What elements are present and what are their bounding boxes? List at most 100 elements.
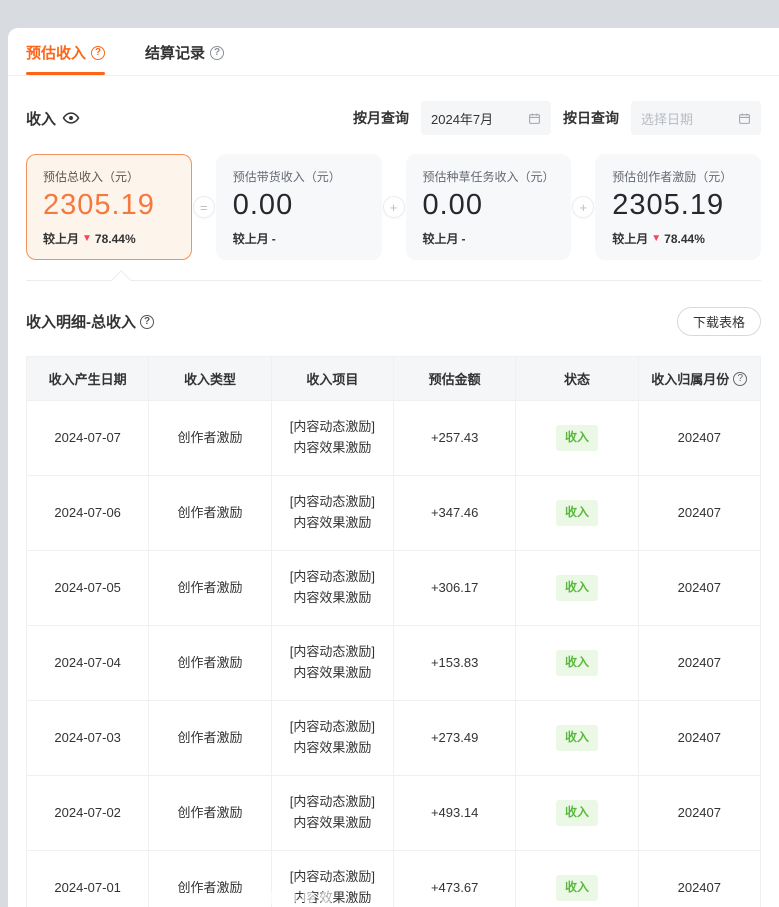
project-line1: [内容动态激励] [290, 642, 375, 663]
compare-label: 较上月 [233, 230, 269, 247]
month-picker-value: 2024年7月 [431, 109, 522, 128]
cell-status: 收入 [516, 701, 638, 776]
cell-income-date: 2024-07-07 [27, 401, 149, 476]
table-body: 2024-07-07 创作者激励 [内容动态激励] 内容效果激励 +257.43… [27, 401, 760, 907]
cell-income-type: 创作者激励 [149, 551, 271, 626]
table-header-cell: 状态 [516, 357, 638, 401]
summary-card-compare: 较上月 ▼ - [233, 230, 365, 247]
cell-estimated-amount: +347.46 [394, 476, 516, 551]
summary-card-label: 预估种草任务收入（元） [423, 168, 555, 185]
tab-estimated-income[interactable]: 预估收入 ? [26, 42, 105, 75]
summary-card-label: 预估创作者激励（元） [612, 168, 744, 185]
cell-income-project: [内容动态激励] 内容效果激励 [272, 776, 394, 851]
table-row: 2024-07-01 创作者激励 [内容动态激励] 内容效果激励 +473.67… [27, 851, 760, 907]
table-row: 2024-07-06 创作者激励 [内容动态激励] 内容效果激励 +347.46… [27, 476, 760, 551]
table-header-cell: 收入类型 [149, 357, 271, 401]
equals-connector-icon: = [192, 154, 216, 260]
table-row: 2024-07-07 创作者激励 [内容动态激励] 内容效果激励 +257.43… [27, 401, 760, 476]
income-title-label: 收入 [26, 108, 56, 129]
table-row: 2024-07-05 创作者激励 [内容动态激励] 内容效果激励 +306.17… [27, 551, 760, 626]
watermark-dots [248, 891, 333, 904]
divider-caret-icon [111, 270, 131, 290]
cell-income-month: 202407 [639, 626, 760, 701]
project-line1: [内容动态激励] [290, 417, 375, 438]
status-badge: 收入 [556, 725, 598, 750]
help-icon[interactable]: ? [91, 46, 105, 60]
compare-value: 78.44% [95, 232, 136, 246]
project-line2: 内容效果激励 [293, 438, 371, 459]
summary-card-label: 预估总收入（元） [43, 168, 175, 185]
eye-icon[interactable] [62, 109, 80, 127]
cell-income-month: 202407 [639, 851, 760, 907]
project-line1: [内容动态激励] [290, 492, 375, 513]
summary-card-value: 2305.19 [612, 189, 744, 222]
summary-card[interactable]: 预估总收入（元） 2305.19 较上月 ▼ 78.44% [26, 154, 192, 260]
tab-estimated-income-label: 预估收入 [26, 42, 86, 63]
project-line2: 内容效果激励 [293, 813, 371, 834]
cell-income-month: 202407 [639, 476, 760, 551]
summary-card-compare: 较上月 ▼ - [423, 230, 555, 247]
status-badge: 收入 [556, 875, 598, 900]
summary-card-label: 预估带货收入（元） [233, 168, 365, 185]
cell-income-project: [内容动态激励] 内容效果激励 [272, 476, 394, 551]
help-icon[interactable]: ? [733, 372, 747, 386]
summary-card-value: 0.00 [423, 189, 555, 222]
down-arrow-icon: ▼ [82, 233, 92, 244]
month-picker-input[interactable]: 2024年7月 [421, 101, 551, 135]
detail-section-title-label: 收入明细-总收入 [26, 311, 136, 332]
summary-card[interactable]: 预估种草任务收入（元） 0.00 较上月 ▼ - [406, 154, 572, 260]
download-table-button[interactable]: 下载表格 [677, 307, 761, 336]
cell-status: 收入 [516, 776, 638, 851]
table-header-cell: 预估金额 [394, 357, 516, 401]
help-icon[interactable]: ? [210, 46, 224, 60]
cell-estimated-amount: +493.14 [394, 776, 516, 851]
project-line2: 内容效果激励 [293, 588, 371, 609]
status-badge: 收入 [556, 800, 598, 825]
cell-status: 收入 [516, 476, 638, 551]
date-filters: 按月查询 2024年7月 按日查询 选择日期 [353, 101, 761, 135]
compare-value: 78.44% [664, 232, 705, 246]
income-header-row: 收入 按月查询 2024年7月 [26, 100, 761, 136]
cell-income-date: 2024-07-05 [27, 551, 149, 626]
day-query-label: 按日查询 [563, 108, 619, 128]
tab-bar: 预估收入 ? 结算记录 ? [8, 28, 779, 76]
status-badge: 收入 [556, 500, 598, 525]
cell-income-project: [内容动态激励] 内容效果激励 [272, 626, 394, 701]
cell-income-date: 2024-07-01 [27, 851, 149, 907]
detail-section-title: 收入明细-总收入 ? [26, 311, 154, 332]
summary-card-compare: 较上月 ▼ 78.44% [612, 230, 744, 247]
summary-card-value: 0.00 [233, 189, 365, 222]
cell-income-date: 2024-07-03 [27, 701, 149, 776]
cell-income-type: 创作者激励 [149, 476, 271, 551]
compare-value: - [272, 232, 276, 246]
help-icon[interactable]: ? [140, 315, 154, 329]
summary-card-value: 2305.19 [43, 189, 175, 222]
project-line2: 内容效果激励 [293, 738, 371, 759]
summary-card[interactable]: 预估带货收入（元） 0.00 较上月 ▼ - [216, 154, 382, 260]
compare-label: 较上月 [423, 230, 459, 247]
table-row: 2024-07-04 创作者激励 [内容动态激励] 内容效果激励 +153.83… [27, 626, 760, 701]
cell-income-month: 202407 [639, 701, 760, 776]
project-line1: [内容动态激励] [290, 717, 375, 738]
section-divider [26, 280, 761, 281]
plus-connector-icon: + [571, 154, 595, 260]
income-title: 收入 [26, 108, 80, 129]
cell-income-month: 202407 [639, 776, 760, 851]
cell-estimated-amount: +273.49 [394, 701, 516, 776]
project-line1: [内容动态激励] [290, 867, 375, 888]
status-badge: 收入 [556, 650, 598, 675]
calendar-icon [738, 112, 751, 125]
day-picker-input[interactable]: 选择日期 [631, 101, 761, 135]
cell-income-project: [内容动态激励] 内容效果激励 [272, 401, 394, 476]
compare-label: 较上月 [43, 230, 79, 247]
table-header-cell: 收入产生日期 [27, 357, 149, 401]
summary-card[interactable]: 预估创作者激励（元） 2305.19 较上月 ▼ 78.44% [595, 154, 761, 260]
cell-income-date: 2024-07-04 [27, 626, 149, 701]
table-header-cell: 收入归属月份? [639, 357, 760, 401]
compare-label: 较上月 [612, 230, 648, 247]
income-detail-table: 收入产生日期收入类型收入项目预估金额状态收入归属月份? 2024-07-07 创… [26, 356, 761, 907]
tab-settlement-records-label: 结算记录 [145, 42, 205, 63]
project-line1: [内容动态激励] [290, 567, 375, 588]
cell-estimated-amount: +473.67 [394, 851, 516, 907]
tab-settlement-records[interactable]: 结算记录 ? [145, 42, 224, 75]
